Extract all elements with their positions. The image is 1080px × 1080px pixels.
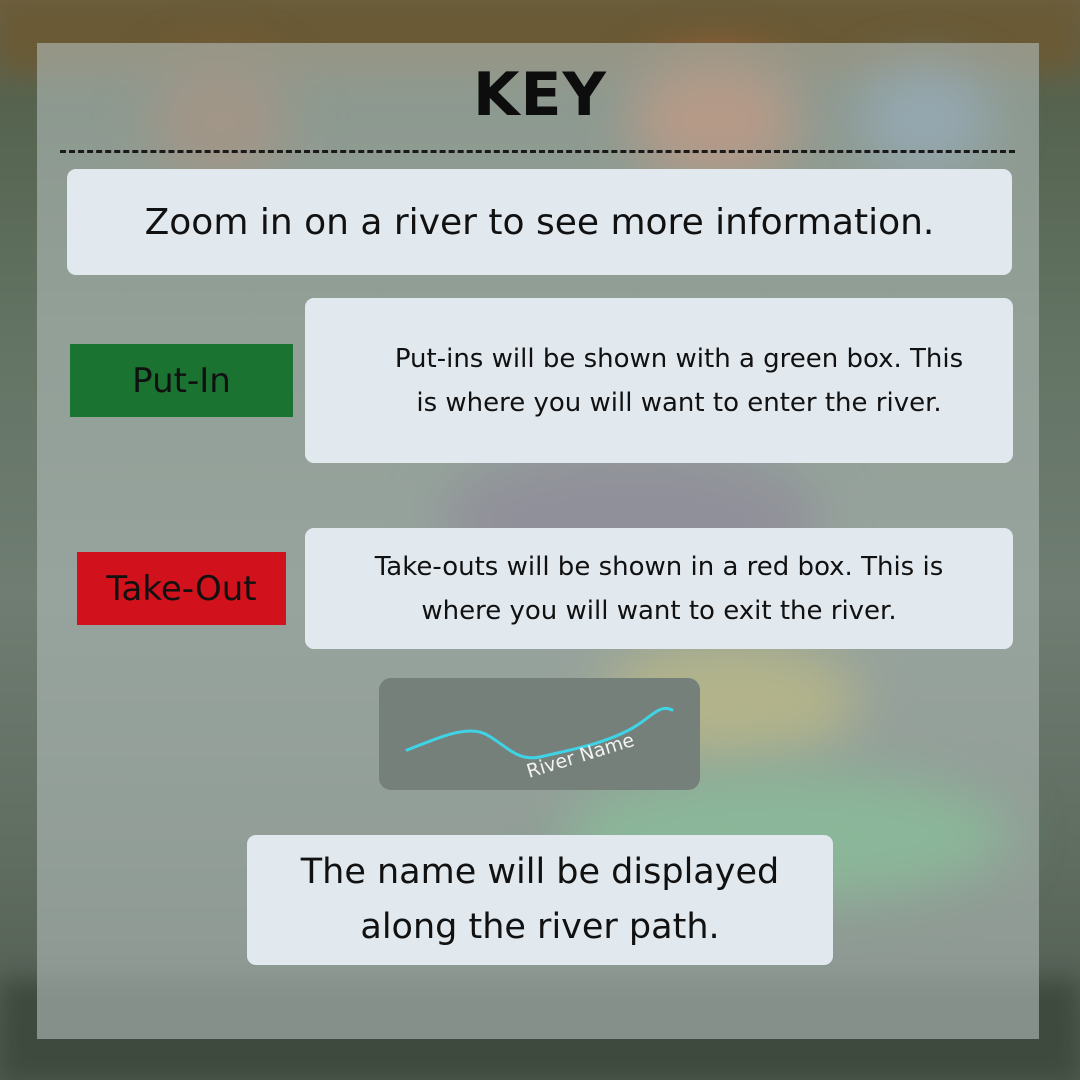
take-out-description-card: Take-outs will be shown in a red box. Th… bbox=[305, 528, 1013, 649]
put-in-description: Put-ins will be shown with a green box. … bbox=[394, 343, 964, 418]
dashed-divider bbox=[60, 150, 1015, 153]
zoom-hint-text: Zoom in on a river to see more informati… bbox=[144, 201, 935, 243]
river-name-label: River Name bbox=[524, 729, 637, 783]
take-out-description: Take-outs will be shown in a red box. Th… bbox=[374, 551, 944, 626]
put-in-description-card: Put-ins will be shown with a green box. … bbox=[305, 298, 1013, 463]
zoom-hint-card: Zoom in on a river to see more informati… bbox=[67, 169, 1012, 275]
name-hint-text: The name will be displayed along the riv… bbox=[300, 852, 780, 947]
take-out-swatch: Take-Out bbox=[77, 552, 286, 625]
take-out-label: Take-Out bbox=[106, 568, 257, 609]
key-title: KEY bbox=[473, 60, 607, 130]
river-name-sample: River Name bbox=[379, 678, 700, 790]
river-path-graphic: River Name bbox=[405, 706, 674, 783]
put-in-label: Put-In bbox=[132, 360, 231, 401]
name-hint-card: The name will be displayed along the riv… bbox=[247, 835, 833, 965]
put-in-swatch: Put-In bbox=[70, 344, 293, 417]
